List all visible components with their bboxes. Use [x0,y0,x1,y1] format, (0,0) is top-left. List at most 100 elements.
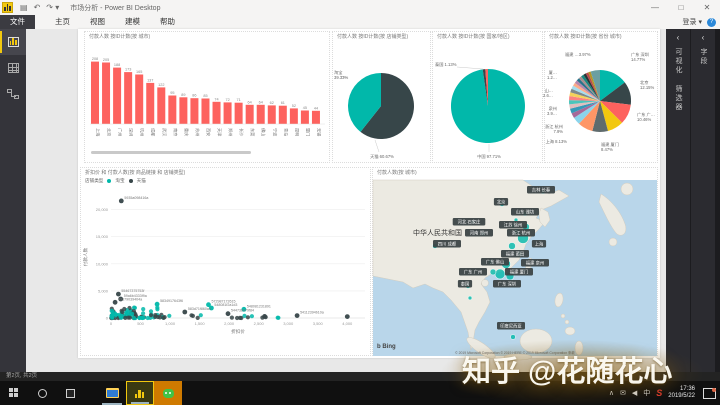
scatter-point[interactable] [126,316,130,320]
map-bubble[interactable] [511,335,516,340]
pie-country-chart[interactable]: 泰国 1.13%中国 97.71% [433,44,542,162]
bar[interactable] [290,108,298,124]
map-bubble[interactable] [490,269,496,275]
scatter-point[interactable] [189,313,193,317]
tab-home[interactable]: 主页 [45,15,80,29]
tab-view[interactable]: 视图 [80,15,115,29]
scatter-point[interactable] [295,313,300,318]
scatter-point[interactable] [155,302,160,307]
scatter-point[interactable] [238,316,242,320]
bar-chart-visual[interactable]: 付款人数 按ID计数(按 城市) 208上海205北京188广州173深圳165… [84,31,330,163]
scatter-point[interactable] [182,310,187,315]
map-bubble[interactable] [509,243,516,250]
scatter-visual[interactable]: 折扣价 和 付款人数(按 商品链接 和 店铺类型) 店铺类型 淘宝 天猫 05,… [80,167,371,356]
scatter-point[interactable] [141,307,145,311]
bar[interactable] [102,63,110,125]
scatter-point[interactable] [230,316,234,320]
scatter-point[interactable] [125,312,129,316]
scatter-point[interactable] [226,311,231,316]
pane-visualizations-filters[interactable]: ‹ 可视化 筛选器 [666,29,690,372]
bar[interactable] [146,83,154,124]
map-bubble[interactable] [468,296,472,300]
bar[interactable] [190,98,198,124]
bing-map[interactable]: 中华人民共和国吉林 长春北京山东 潍坊河北 石家庄江苏 徐州河南 郑州浙江 杭州… [373,180,657,356]
sign-in-button[interactable]: 登录 ▾ [683,17,702,27]
bar[interactable] [235,103,243,124]
scatter-point[interactable] [110,309,114,313]
save-icon[interactable]: ▤ [20,0,28,15]
bar[interactable] [135,75,143,125]
scatter-point[interactable] [196,316,200,320]
pie-shoptype-visual[interactable]: 付款人数 按ID计数(按 店铺类型) 淘宝39.33%天猫 60.67% [332,31,431,163]
bar[interactable] [268,105,276,124]
maximize-button[interactable]: □ [668,0,694,15]
pie-city-chart[interactable]: 广东 深圳14.77%北京12.15%广东 广…10.46%福建 厦门8.47%… [545,44,657,162]
scatter-point[interactable] [250,314,254,318]
pie-country-visual[interactable]: 付款人数 按ID计数(按 国家/地区) 泰国 1.13%中国 97.71% [432,31,543,163]
scatter-point[interactable] [120,310,124,314]
bar-chart-scrollbar[interactable] [91,151,251,154]
scatter-point[interactable] [111,315,115,319]
bar[interactable] [312,111,320,124]
file-explorer-button[interactable] [98,381,126,405]
scatter-point[interactable] [146,316,150,320]
tab-help[interactable]: 帮助 [150,15,185,29]
pie-shoptype-chart[interactable]: 淘宝39.33%天猫 60.67% [333,44,430,162]
task-view-button[interactable] [56,381,84,405]
power-bi-taskbar-button[interactable] [126,381,154,405]
scatter-point[interactable] [132,316,136,320]
bar[interactable] [279,106,287,124]
pane-fields[interactable]: ‹ 字段 [691,29,715,372]
cortana-button[interactable] [28,381,56,405]
bar[interactable] [213,102,221,124]
bar[interactable] [246,105,254,124]
bar[interactable] [301,111,309,125]
scatter-point[interactable] [158,315,162,319]
tab-modeling[interactable]: 建模 [115,15,150,29]
scatter-point[interactable] [137,316,141,320]
scatter-point[interactable] [119,316,123,320]
file-menu-button[interactable]: 文件 [0,15,35,29]
scatter-point[interactable] [113,300,118,305]
scatter-point[interactable] [163,315,167,319]
bar[interactable] [113,68,121,124]
close-button[interactable]: ✕ [694,0,720,15]
scatter-point[interactable] [262,314,267,319]
report-view-button[interactable] [0,29,26,55]
expand-fields-icon[interactable]: ‹ [702,33,705,42]
bar[interactable] [168,96,176,125]
action-center-icon[interactable] [703,388,716,399]
map-bubble[interactable] [495,269,505,279]
bar[interactable] [179,97,187,124]
bar[interactable] [257,105,265,124]
scatter-point[interactable] [167,314,171,318]
bar[interactable] [224,102,232,124]
wechat-taskbar-button[interactable] [154,381,182,405]
pie-city-visual[interactable]: 付款人数 按ID计数(按 省份 城市) 广东 深圳14.77%北京12.15%广… [544,31,658,163]
bar[interactable] [157,87,165,124]
scatter-point[interactable] [246,315,250,319]
expand-pane-icon[interactable]: ‹ [677,33,680,42]
scatter-point[interactable] [276,316,280,320]
bar[interactable] [201,99,209,125]
scatter-point[interactable] [149,313,153,317]
help-icon[interactable]: ? [707,18,716,27]
scatter-point[interactable] [119,199,124,204]
scatter-point[interactable] [153,315,157,319]
map-visual[interactable]: 付款人数(按 城市) 中华人民共和国吉林 长春北京山东 潍坊河北 石家庄江苏 徐… [372,167,658,356]
bar[interactable] [91,62,99,124]
scatter-point[interactable] [155,307,159,311]
model-view-button[interactable] [0,81,26,107]
scatter-point[interactable] [116,292,121,297]
scatter-point[interactable] [345,314,350,319]
minimize-button[interactable]: — [642,0,668,15]
scatter-point[interactable] [130,312,134,316]
data-view-button[interactable] [0,55,26,81]
scatter-point[interactable] [141,311,145,315]
scatter-chart[interactable]: 05,00010,00015,00020,00005001,0001,5002,… [81,188,370,344]
start-button[interactable] [0,381,28,405]
bar[interactable] [124,72,132,124]
bar-chart[interactable]: 208上海205北京188广州173深圳165杭州137成都122武汉95南京8… [85,44,329,162]
redo-icon[interactable]: ↷ ▾ [46,0,59,15]
undo-icon[interactable]: ↶ [34,0,41,15]
